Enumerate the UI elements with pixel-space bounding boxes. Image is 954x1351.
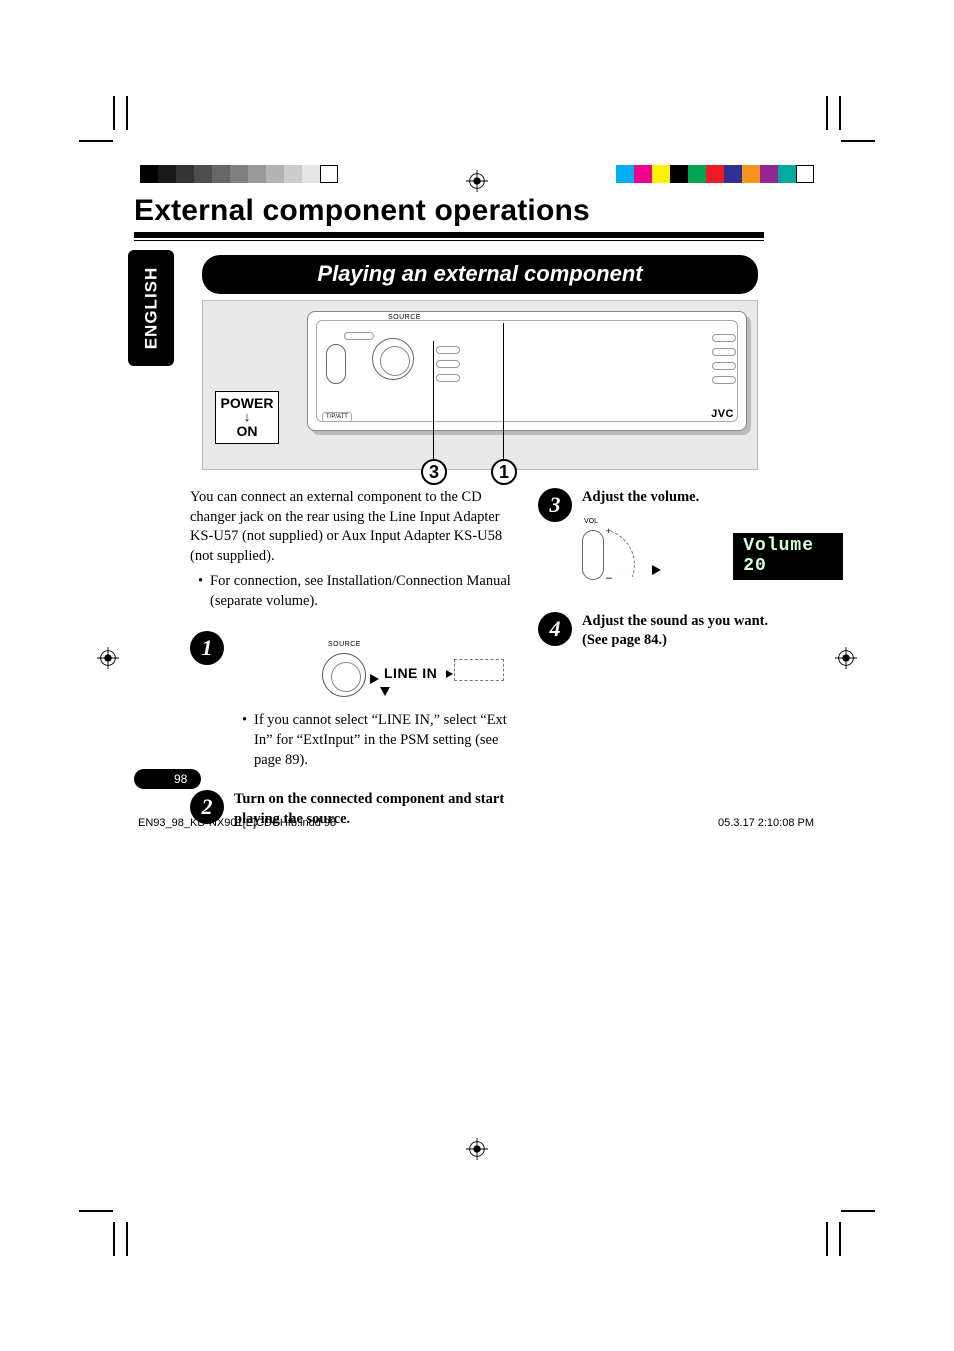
source-label: SOURCE: [388, 314, 421, 321]
title-rule-thin: [134, 240, 764, 241]
power-label-line2: ON: [216, 423, 278, 439]
crop-mark: [839, 96, 841, 130]
source-dial-icon: [322, 653, 366, 697]
leader-line: [433, 341, 434, 473]
step-number: 4: [538, 612, 572, 646]
color-calibration-bar: [616, 165, 814, 183]
step-number: 1: [190, 631, 224, 665]
brand-label: JVC: [711, 408, 734, 420]
intro-bullet: For connection, see Installation/Connect…: [198, 572, 514, 611]
display-placeholder-icon: [454, 659, 504, 681]
leader-line: [503, 323, 504, 473]
crop-mark: [826, 1222, 828, 1256]
grayscale-calibration-bar: [140, 165, 338, 183]
down-arrow-icon: ↓: [216, 411, 278, 423]
button-column-icon: [436, 346, 460, 382]
registration-mark-icon: [466, 170, 488, 192]
page-number: 98: [174, 772, 187, 786]
step4-line1: Adjust the sound as you want.: [582, 612, 843, 632]
crop-mark: [79, 140, 113, 142]
step-number: 3: [538, 488, 572, 522]
language-tab-label: ENGLISH: [141, 267, 161, 350]
crop-mark: [113, 96, 115, 130]
source-dial-icon: [372, 338, 414, 380]
step-3: 3 Adjust the volume. VOL + – Volume 20: [538, 488, 843, 592]
volume-rocker-icon: [582, 530, 604, 580]
crop-mark: [839, 1222, 841, 1256]
power-on-callout: POWER ↓ ON: [215, 391, 279, 444]
volume-display: Volume 20: [733, 533, 843, 580]
section-heading: Playing an external component: [202, 255, 758, 294]
crop-mark: [126, 1222, 128, 1256]
callout-number-3: 3: [421, 459, 447, 485]
volume-rocker-icon: [326, 344, 346, 384]
button-column-icon: [712, 334, 736, 384]
step-1: 1 SOURCE LINE IN If you cannot select “L: [190, 631, 514, 770]
att-label: T/P/ATT: [322, 412, 352, 422]
step-4: 4 Adjust the sound as you want. (See pag…: [538, 612, 843, 651]
crop-mark: [841, 1210, 875, 1212]
step3-heading: Adjust the volume.: [582, 488, 843, 508]
line-in-label: LINE IN: [384, 665, 453, 681]
step4-line2: (See page 84.): [582, 631, 843, 651]
minus-icon: –: [606, 572, 612, 584]
print-footer: EN93_98_KD-NX901[E]CDCHfb.indd 98 05.3.1…: [134, 817, 818, 829]
step1-bullet: If you cannot select “LINE IN,” select “…: [242, 711, 514, 770]
footer-filename: EN93_98_KD-NX901[E]CDCHfb.indd 98: [138, 817, 336, 829]
page-number-badge: 98: [134, 769, 201, 789]
registration-mark-icon: [97, 647, 119, 669]
head-unit-illustration: SOURCE JVC T/P/ATT POWER ↓ ON 3 1: [202, 300, 758, 470]
page-title: External component operations: [134, 194, 818, 228]
registration-mark-icon: [466, 1138, 488, 1160]
stereo-outline: SOURCE JVC T/P/ATT: [307, 311, 747, 431]
footer-timestamp: 05.3.17 2:10:08 PM: [718, 817, 814, 829]
volume-knob-illustration: VOL + –: [582, 522, 683, 592]
right-column: 3 Adjust the volume. VOL + – Volume 20: [538, 488, 843, 829]
down-arrow-icon: [380, 687, 390, 696]
language-tab: ENGLISH: [128, 250, 174, 366]
crop-mark: [79, 1210, 113, 1212]
crop-mark: [841, 140, 875, 142]
right-arrow-icon: [652, 562, 661, 582]
page-content: ENGLISH External component operations Pl…: [134, 194, 818, 829]
title-rule: [134, 232, 764, 238]
intro-text: You can connect an external component to…: [190, 488, 514, 566]
crop-mark: [826, 96, 828, 130]
crop-mark: [113, 1222, 115, 1256]
source-label: SOURCE: [328, 641, 361, 648]
face-button-icon: [344, 332, 374, 340]
source-dial-illustration: SOURCE LINE IN: [284, 635, 514, 705]
callout-number-1: 1: [491, 459, 517, 485]
left-column: You can connect an external component to…: [190, 488, 514, 829]
motion-arc-icon: [599, 530, 645, 576]
crop-mark: [126, 96, 128, 130]
right-arrow-icon: [370, 671, 379, 691]
vol-label: VOL: [584, 518, 598, 525]
